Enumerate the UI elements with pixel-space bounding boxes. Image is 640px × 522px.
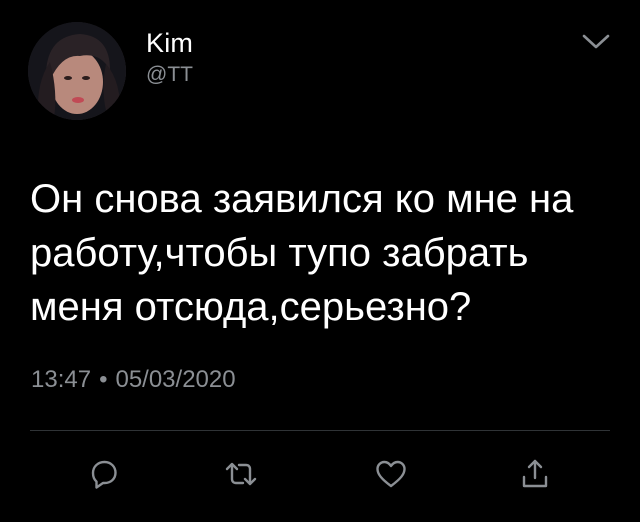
tweet-text-line: Он снова заявился ко мне на	[30, 177, 574, 221]
profile-photo-icon	[28, 22, 126, 120]
meta-separator: •	[99, 366, 108, 393]
tweet-timestamp: 13:47 • 05/03/2020	[31, 366, 236, 394]
tweet-text-line: меня отсюда,серьезно?	[30, 285, 472, 329]
display-name[interactable]: Kim	[146, 28, 193, 59]
tweet: Kim @TT Он снова заявился ко мне на рабо…	[0, 0, 640, 522]
retweet-button[interactable]	[221, 456, 261, 492]
tweet-text-line: работу,чтобы тупо забрать	[30, 231, 529, 275]
like-button[interactable]	[371, 456, 411, 492]
share-button[interactable]	[515, 456, 555, 492]
reply-icon	[91, 460, 117, 489]
divider	[30, 430, 610, 431]
like-icon	[376, 460, 406, 488]
tweet-text: Он снова заявился ко мне на работу,чтобы…	[30, 172, 620, 334]
share-icon	[522, 459, 548, 488]
reply-button[interactable]	[84, 456, 124, 492]
user-handle[interactable]: @TT	[146, 63, 193, 87]
chevron-down-icon[interactable]	[580, 28, 612, 54]
avatar[interactable]	[28, 22, 126, 120]
tweet-date: 05/03/2020	[115, 366, 236, 393]
tweet-time: 13:47	[31, 366, 92, 393]
retweet-icon	[225, 462, 257, 486]
